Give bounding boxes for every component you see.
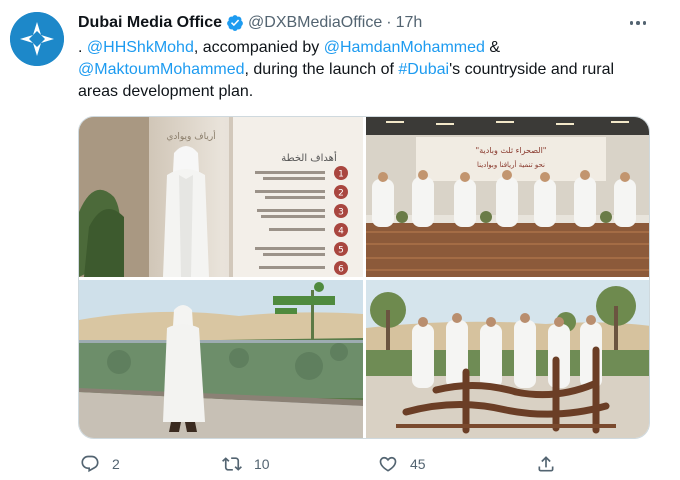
- svg-text:3: 3: [338, 208, 344, 218]
- photo-walking-desert-terrace[interactable]: [79, 280, 363, 438]
- like-count: 45: [410, 456, 426, 472]
- tweet-timestamp[interactable]: 17h: [396, 14, 423, 32]
- mention-maktoummohammed[interactable]: @MaktoumMohammed: [78, 61, 245, 78]
- tweet[interactable]: Dubai Media Office @DXBMediaOffice · 17h…: [0, 0, 680, 480]
- tweet-header: Dubai Media Office @DXBMediaOffice · 17h: [78, 12, 422, 34]
- retweet-button[interactable]: 10: [222, 452, 270, 476]
- svg-text:1: 1: [338, 170, 344, 180]
- retweet-count: 10: [254, 456, 270, 472]
- svg-text:6: 6: [338, 265, 344, 275]
- mention-hamdanmohammed[interactable]: @HamdanMohammed: [324, 39, 485, 56]
- share-button[interactable]: [536, 452, 556, 476]
- action-bar: 2 10 45: [78, 452, 578, 476]
- svg-text:5: 5: [338, 246, 344, 256]
- text-part: , during the launch of: [244, 61, 399, 78]
- photo-group-standing-sculpture[interactable]: [366, 280, 649, 438]
- retweet-icon: [222, 457, 242, 471]
- text-part: &: [484, 39, 501, 56]
- author-name[interactable]: Dubai Media Office: [78, 14, 222, 32]
- heart-icon: [379, 456, 397, 472]
- avatar[interactable]: [10, 12, 64, 66]
- board-side-text: أرياف ويوادي: [166, 130, 215, 142]
- author-handle[interactable]: @DXBMediaOffice: [248, 14, 382, 32]
- tweet-text: . @HHShkMohd, accompanied by @HamdanMoha…: [78, 37, 658, 103]
- like-button[interactable]: 45: [378, 452, 426, 476]
- photo-plan-goals-board[interactable]: أهداف الخطة أرياف ويوادي 1 2 3 4 5 6: [79, 117, 363, 277]
- reply-button[interactable]: 2: [80, 452, 120, 476]
- separator-dot: ·: [386, 14, 392, 31]
- text-prefix: .: [78, 39, 87, 56]
- share-icon: [538, 456, 554, 472]
- photo-group-seated-majlis[interactable]: "الصحراء ثلث وبادية" نحو تنمية أريافنا و…: [366, 117, 649, 277]
- banner-line-2: نحو تنمية أريافنا وبوادينا: [477, 160, 545, 169]
- hashtag-dubai[interactable]: #Dubai: [398, 61, 449, 78]
- media-grid: أهداف الخطة أرياف ويوادي 1 2 3 4 5 6 "ال…: [78, 116, 650, 439]
- reply-icon: [81, 455, 99, 473]
- banner-line-1: "الصحراء ثلث وبادية": [476, 146, 547, 155]
- mention-hhshkmohd[interactable]: @HHShkMohd: [87, 39, 194, 56]
- more-icon[interactable]: [624, 14, 652, 32]
- verified-badge-icon: [227, 15, 243, 31]
- svg-text:2: 2: [338, 189, 344, 199]
- svg-text:4: 4: [338, 227, 344, 237]
- dubai-media-office-logo-icon: [10, 12, 64, 66]
- board-heading: أهداف الخطة: [281, 151, 337, 164]
- reply-count: 2: [112, 456, 120, 472]
- text-part: , accompanied by: [193, 39, 324, 56]
